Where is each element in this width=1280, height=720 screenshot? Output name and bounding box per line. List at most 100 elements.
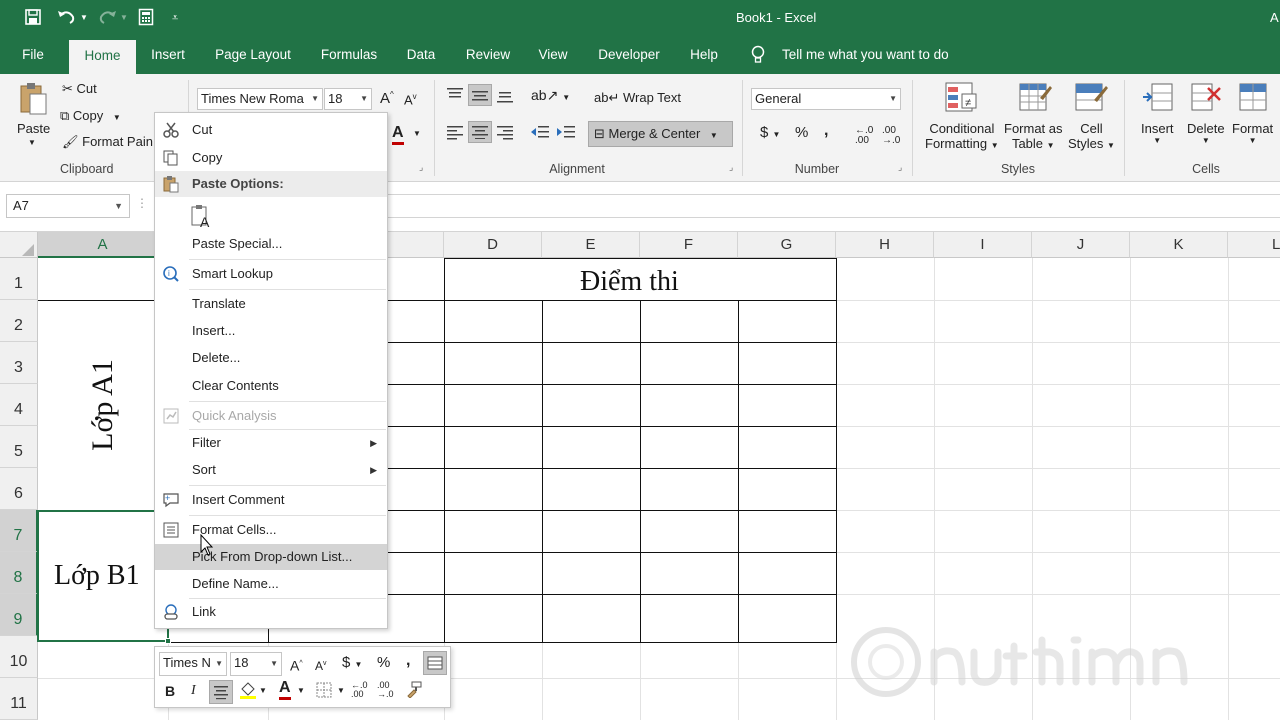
customize-qat-icon[interactable]: ⩡ — [172, 8, 178, 28]
format-cells-button[interactable]: Format ▼ — [1232, 121, 1273, 145]
wrap-text-button[interactable]: ab↵ Wrap Text — [594, 90, 681, 106]
tab-formulas[interactable]: Formulas — [312, 36, 386, 74]
mini-borders-icon[interactable] — [315, 681, 333, 706]
mini-increase-decimal-icon[interactable]: ←.0.00 — [351, 681, 368, 699]
row-header-2[interactable]: 2 — [0, 300, 38, 342]
mini-currency-button[interactable]: $ ▼ — [342, 652, 362, 676]
menu-item-clear-contents[interactable]: Clear Contents — [155, 373, 387, 399]
paste-icon[interactable] — [17, 82, 49, 115]
mini-fill-color-icon[interactable] — [239, 680, 257, 707]
mini-format-painter-icon[interactable] — [405, 680, 423, 705]
row-header-9[interactable]: 9 — [0, 594, 38, 636]
number-format-combo[interactable]: General ▼ — [751, 88, 901, 110]
row-header-11[interactable]: 11 — [0, 678, 38, 720]
decrease-indent-icon[interactable] — [530, 124, 550, 143]
mini-increase-font-icon[interactable]: A^ — [290, 653, 303, 677]
menu-item-translate[interactable]: Translate — [155, 291, 387, 317]
redo-dropdown-icon[interactable]: ▼ — [120, 8, 128, 28]
align-right-icon[interactable] — [496, 124, 514, 143]
menu-item-cut[interactable]: Cut — [155, 117, 387, 143]
merge-center-button[interactable]: ⊟ Merge & Center ▼ — [588, 121, 733, 147]
font-color-icon[interactable]: A — [392, 124, 404, 145]
increase-decimal-icon[interactable]: ←.0.00 — [855, 126, 873, 146]
cut-button[interactable]: ✂ Cut — [62, 81, 97, 97]
percent-button[interactable]: % — [795, 124, 808, 141]
menu-item-smart-lookup[interactable]: i Smart Lookup — [155, 261, 387, 287]
menu-item-sort[interactable]: Sort ▶ — [155, 457, 387, 483]
cell-styles-icon[interactable] — [1074, 80, 1108, 112]
menu-item-paste-special[interactable]: Paste Special... — [155, 231, 387, 257]
column-header-e[interactable]: E — [542, 232, 640, 258]
chevron-down-icon[interactable]: ▼ — [297, 680, 305, 702]
mini-font-name-combo[interactable]: Times N ▼ — [159, 652, 227, 676]
column-header-g[interactable]: G — [738, 232, 836, 258]
increase-font-icon[interactable]: A^ — [380, 90, 394, 107]
chevron-down-icon[interactable]: ▼ — [337, 680, 345, 702]
row-header-8[interactable]: 8 — [0, 552, 38, 594]
column-header-j[interactable]: J — [1032, 232, 1130, 258]
mini-bold-button[interactable]: B — [165, 680, 175, 702]
merge-dropdown-icon[interactable]: ▼ — [710, 131, 718, 140]
menu-item-copy[interactable]: Copy — [155, 145, 387, 171]
row-header-3[interactable]: 3 — [0, 342, 38, 384]
delete-cells-button[interactable]: Delete ▼ — [1187, 121, 1225, 145]
tab-developer[interactable]: Developer — [590, 36, 668, 74]
mini-decrease-decimal-icon[interactable]: .00 →.0 — [377, 681, 394, 699]
mini-font-color-icon[interactable]: A — [279, 678, 291, 700]
tab-data[interactable]: Data — [400, 36, 442, 74]
align-bottom-icon[interactable] — [496, 88, 514, 107]
font-color-dropdown-icon[interactable]: ▼ — [413, 129, 421, 138]
tab-file[interactable]: File — [10, 36, 56, 74]
formula-input[interactable] — [388, 194, 1280, 218]
column-header-a[interactable]: A — [38, 232, 168, 258]
mini-comma-button[interactable]: , — [406, 650, 410, 672]
format-cells-icon[interactable] — [1238, 80, 1270, 112]
menu-item-pick-from-dropdown[interactable]: Pick From Drop-down List... — [155, 544, 387, 570]
font-name-combo[interactable]: Times New Roma ▼ — [197, 88, 323, 110]
copy-button[interactable]: ⧉ Copy ▼ — [60, 108, 121, 124]
orientation-icon[interactable]: ab↗ ▼ — [531, 87, 570, 104]
conditional-formatting-icon[interactable]: ≠ — [944, 80, 977, 112]
menu-item-quick-analysis[interactable]: Quick Analysis — [155, 403, 387, 429]
menu-item-insert-comment[interactable]: + Insert Comment — [155, 487, 387, 513]
column-header-f[interactable]: F — [640, 232, 738, 258]
tab-home[interactable]: Home — [69, 40, 136, 74]
column-header-k[interactable]: K — [1130, 232, 1228, 258]
cell-styles-button[interactable]: Cell Styles ▼ — [1068, 121, 1115, 151]
menu-item-define-name[interactable]: Define Name... — [155, 571, 387, 597]
fill-handle[interactable] — [165, 638, 171, 644]
calculator-icon[interactable] — [138, 8, 154, 28]
mini-italic-button[interactable]: I — [191, 680, 196, 702]
menu-item-delete[interactable]: Delete... — [155, 345, 387, 371]
row-header-7[interactable]: 7 — [0, 510, 38, 552]
redo-icon[interactable] — [96, 8, 118, 28]
paste-button[interactable]: Paste — [17, 121, 50, 136]
menu-item-filter[interactable]: Filter ▶ — [155, 430, 387, 456]
chevron-down-icon[interactable]: ▼ — [259, 680, 267, 702]
font-dialog-launcher-icon[interactable]: ⌟ — [419, 162, 423, 173]
column-header-l[interactable]: L — [1228, 232, 1280, 258]
tab-review[interactable]: Review — [458, 36, 518, 74]
column-header-h[interactable]: H — [836, 232, 934, 258]
undo-dropdown-icon[interactable]: ▼ — [80, 8, 88, 28]
tab-view[interactable]: View — [532, 36, 574, 74]
mini-decrease-font-icon[interactable]: Av — [315, 653, 327, 677]
decrease-decimal-icon[interactable]: .00 →.0 — [882, 126, 900, 146]
comma-button[interactable]: , — [824, 122, 828, 140]
align-left-icon[interactable] — [446, 124, 464, 143]
row-header-6[interactable]: 6 — [0, 468, 38, 510]
copy-dropdown-icon[interactable]: ▼ — [113, 113, 121, 122]
column-header-i[interactable]: I — [934, 232, 1032, 258]
align-center-icon[interactable] — [468, 121, 492, 143]
mini-font-size-combo[interactable]: 18 ▼ — [230, 652, 282, 676]
currency-button[interactable]: $ ▼ — [760, 124, 780, 141]
paste-option-keep-formatting[interactable]: A — [155, 199, 387, 231]
mini-align-center-icon[interactable] — [209, 680, 233, 704]
tab-page-layout[interactable]: Page Layout — [208, 36, 298, 74]
increase-indent-icon[interactable] — [556, 124, 576, 143]
format-as-table-button[interactable]: Format as Table ▼ — [1004, 121, 1063, 151]
undo-icon[interactable] — [56, 8, 78, 28]
column-header-d[interactable]: D — [444, 232, 542, 258]
number-dialog-launcher-icon[interactable]: ⌟ — [898, 162, 902, 173]
save-icon[interactable] — [24, 8, 42, 28]
